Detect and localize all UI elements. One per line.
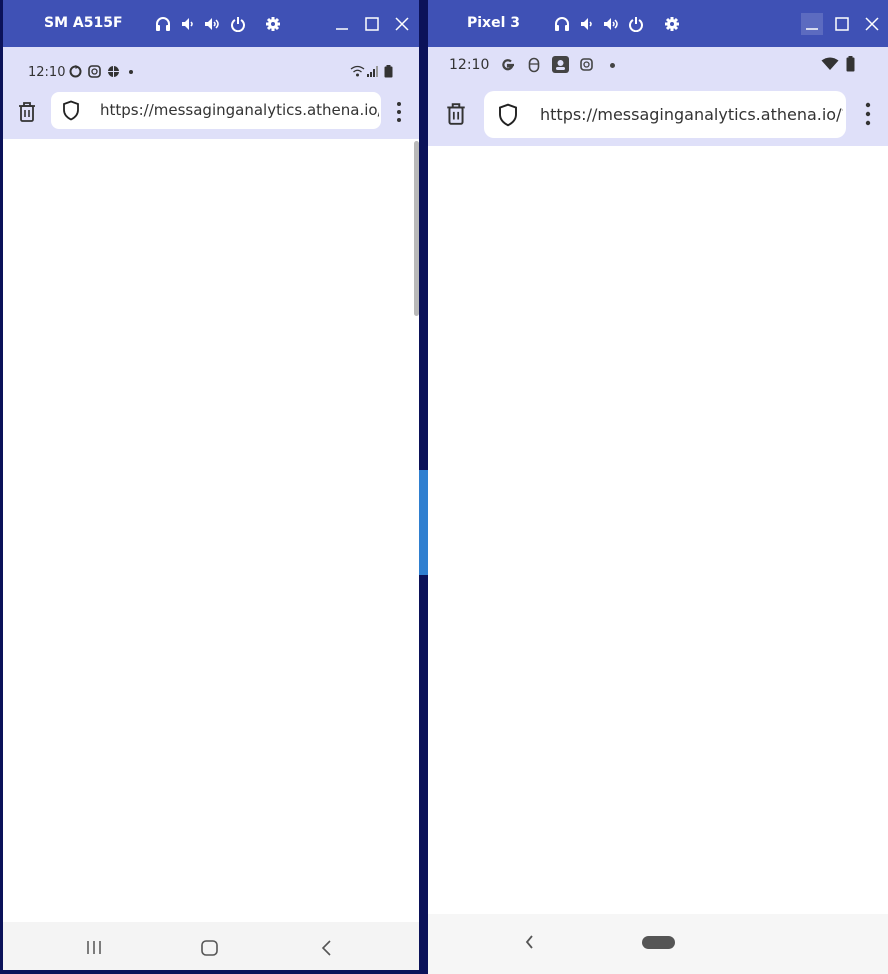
url-text[interactable]: https://messaginganalytics.athena.io/ bbox=[100, 101, 379, 119]
gear-icon[interactable] bbox=[265, 16, 281, 32]
signal-icon bbox=[367, 66, 379, 77]
status-time: 12:10 bbox=[28, 65, 66, 80]
alarm-icon bbox=[88, 65, 101, 78]
close-button[interactable] bbox=[861, 13, 883, 35]
contact-card-icon bbox=[552, 56, 569, 73]
back-button[interactable] bbox=[524, 934, 534, 950]
gear-icon[interactable] bbox=[664, 16, 680, 32]
shield-icon[interactable] bbox=[497, 103, 519, 127]
device-window-pixel-3: Pixel 3 12:10 https://messaginganalytics… bbox=[428, 0, 888, 974]
headphones-icon[interactable] bbox=[155, 16, 171, 32]
battery-icon bbox=[384, 65, 393, 78]
mouse-icon bbox=[528, 57, 540, 73]
status-bar: 12:10 bbox=[3, 47, 419, 86]
kebab-menu-icon[interactable] bbox=[865, 102, 871, 126]
alarm-icon bbox=[580, 58, 593, 71]
trash-icon[interactable] bbox=[17, 101, 37, 123]
close-button[interactable] bbox=[391, 13, 413, 35]
browser-toolbar: https://messaginganalytics.athena.io/ bbox=[3, 86, 419, 139]
back-button[interactable] bbox=[320, 940, 332, 956]
phone-screen: 12:10 https://messaginganalytics.athena.… bbox=[428, 47, 888, 974]
device-window-sm-a515f: SM A515F 12:10 https://messaginganalytic… bbox=[3, 0, 419, 970]
notification-dot-icon bbox=[129, 70, 133, 74]
home-button[interactable] bbox=[201, 940, 218, 956]
browser-toolbar: https://messaginganalytics.athena.io/? bbox=[428, 81, 888, 146]
kebab-menu-icon[interactable] bbox=[396, 101, 402, 123]
google-icon bbox=[500, 57, 516, 73]
maximize-button[interactable] bbox=[361, 13, 383, 35]
sync-icon bbox=[69, 65, 82, 78]
trash-icon[interactable] bbox=[445, 102, 467, 126]
volume-down-icon[interactable] bbox=[180, 16, 196, 32]
home-pill-button[interactable] bbox=[642, 936, 675, 949]
device-title: Pixel 3 bbox=[467, 15, 520, 31]
url-text[interactable]: https://messaginganalytics.athena.io/? bbox=[540, 105, 843, 124]
android-nav-bar bbox=[3, 922, 419, 970]
maximize-button[interactable] bbox=[831, 13, 853, 35]
battery-icon bbox=[846, 56, 855, 72]
headphones-icon[interactable] bbox=[554, 16, 570, 32]
basketball-icon bbox=[107, 65, 120, 78]
minimize-button[interactable] bbox=[801, 13, 823, 35]
power-icon[interactable] bbox=[628, 16, 644, 32]
web-content[interactable] bbox=[3, 139, 419, 922]
background-accent bbox=[419, 470, 428, 575]
android-nav-bar bbox=[428, 914, 888, 974]
window-titlebar: Pixel 3 bbox=[428, 0, 888, 47]
web-content[interactable] bbox=[428, 146, 888, 914]
recent-apps-button[interactable] bbox=[86, 940, 102, 955]
minimize-button[interactable] bbox=[331, 13, 353, 35]
status-time: 12:10 bbox=[449, 57, 490, 73]
window-titlebar: SM A515F bbox=[3, 0, 419, 47]
volume-down-icon[interactable] bbox=[579, 16, 595, 32]
address-bar[interactable]: https://messaginganalytics.athena.io/? bbox=[484, 91, 846, 138]
shield-icon[interactable] bbox=[62, 100, 80, 121]
wifi-icon bbox=[350, 65, 365, 77]
address-bar[interactable]: https://messaginganalytics.athena.io/ bbox=[51, 92, 381, 129]
wifi-icon bbox=[821, 57, 839, 71]
power-icon[interactable] bbox=[230, 16, 246, 32]
notification-dot-icon bbox=[610, 63, 615, 68]
phone-screen: 12:10 https://messaginganalytics.athena.… bbox=[3, 47, 419, 970]
volume-up-icon[interactable] bbox=[603, 16, 619, 32]
volume-up-icon[interactable] bbox=[204, 16, 220, 32]
device-title: SM A515F bbox=[44, 15, 123, 31]
scrollbar-thumb[interactable] bbox=[414, 141, 419, 316]
status-bar: 12:10 bbox=[428, 47, 888, 81]
